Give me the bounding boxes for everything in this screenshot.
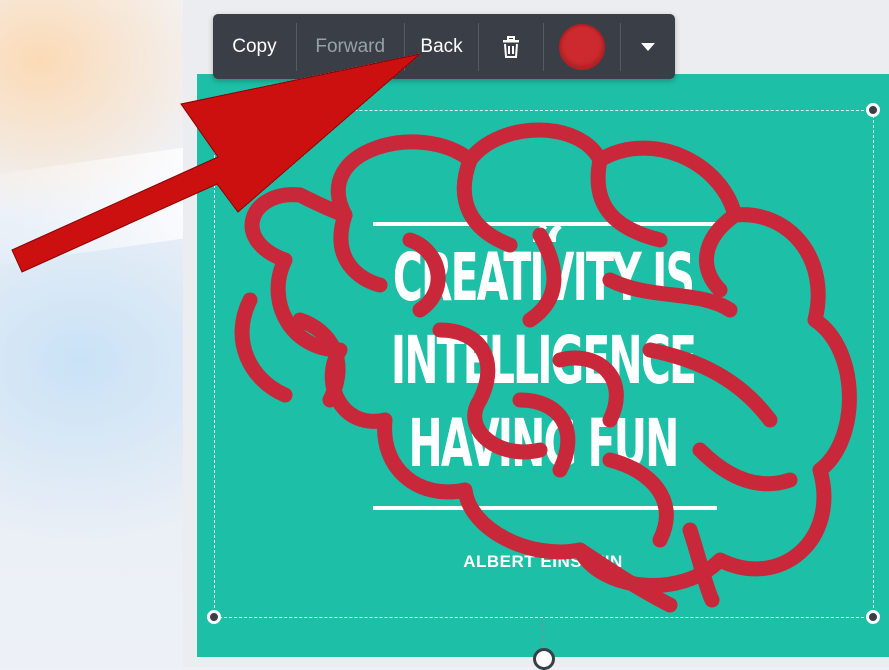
resize-handle-bottom-right[interactable] [866,610,880,624]
more-options-button[interactable] [621,14,675,79]
trash-icon [503,35,520,58]
forward-button[interactable]: Forward [297,14,404,79]
copy-button[interactable]: Copy [213,14,296,79]
element-toolbar: Copy Forward Back [213,14,675,79]
color-swatch-icon [559,23,606,70]
delete-button[interactable] [479,14,543,79]
resize-handle-bottom-left[interactable] [207,610,221,624]
rotate-stem [543,618,544,648]
back-button[interactable]: Back [405,14,479,79]
resize-handle-top-right[interactable] [866,103,880,117]
color-picker-button[interactable] [544,14,620,79]
chevron-down-icon [641,42,656,51]
selection-box [214,110,874,618]
